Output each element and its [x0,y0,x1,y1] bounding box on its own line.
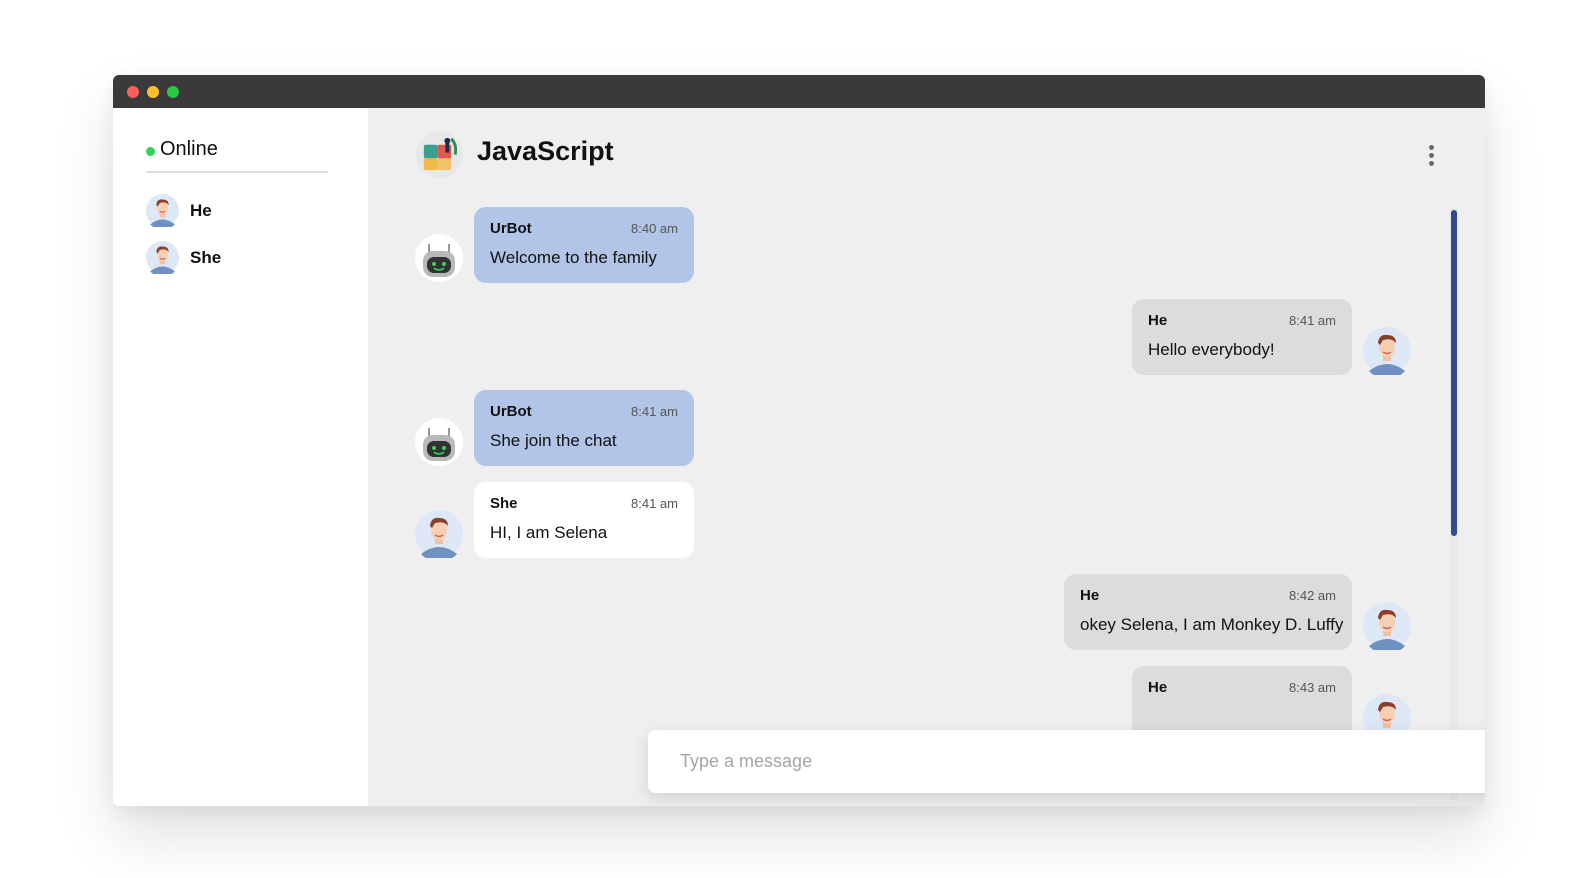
message-item: UrBot 8:41 am She join the chat [368,390,1453,470]
message-item: UrBot 8:40 am Welcome to the family [368,204,1453,284]
message-composer [648,730,1485,793]
message-sender: He [1080,587,1100,604]
message-sender: She [490,495,518,512]
robot-icon [415,418,463,466]
message-bubble: He 8:41 am Hello everybody! [1132,299,1352,375]
sidebar-user-name: He [190,201,212,220]
message-text: She join the chat [490,431,617,450]
online-header: Online [146,138,328,173]
message-bubble: UrBot 8:41 am She join the chat [474,390,694,466]
message-time: 8:40 am [631,221,678,236]
online-label: Online [160,138,218,160]
message-time: 8:42 am [1289,588,1336,603]
sidebar-user-name: She [190,248,222,267]
robot-icon [415,234,463,282]
sidebar: Online He She [113,108,368,806]
message-time: 8:41 am [1289,313,1336,328]
message-text: Welcome to the family [490,248,657,267]
close-window-button[interactable] [127,86,139,98]
message-bubble: She 8:41 am HI, I am Selena [474,482,694,558]
message-sender: UrBot [490,403,532,420]
maximize-window-button[interactable] [167,86,179,98]
chat-panel: JavaScript UrBot 8:40 am Welcome to the … [368,108,1485,806]
male-avatar-icon [146,241,179,274]
scrollbar-thumb[interactable] [1451,210,1457,536]
message-sender: He [1148,312,1168,329]
message-text: HI, I am Selena [490,523,608,542]
male-avatar-icon [415,510,463,558]
male-avatar-icon [146,194,179,227]
message-sender: UrBot [490,220,532,237]
title-bar [113,75,1485,108]
kebab-menu-icon[interactable] [1420,144,1444,168]
message-bubble: UrBot 8:40 am Welcome to the family [474,207,694,283]
group-puzzle-icon [416,131,463,178]
message-input[interactable] [648,730,1485,793]
message-list: UrBot 8:40 am Welcome to the family He 8… [368,204,1453,798]
male-avatar-icon [1363,327,1411,375]
message-item: She 8:41 am HI, I am Selena [368,482,1453,562]
message-time: 8:41 am [631,404,678,419]
message-text: okey Selena, I am Monkey D. Luffy [1080,615,1344,634]
minimize-window-button[interactable] [147,86,159,98]
chat-window: Online He She JavaScript UrBot 8:40 am W… [113,75,1485,806]
online-status-icon [146,147,155,156]
message-bubble: He 8:42 am okey Selena, I am Monkey D. L… [1064,574,1352,650]
message-time: 8:43 am [1289,680,1336,695]
message-text: Hello everybody! [1148,340,1275,359]
sidebar-user-she[interactable]: She [146,241,328,275]
message-item: He 8:41 am Hello everybody! [368,299,1453,379]
chat-title: JavaScript [477,136,614,166]
male-avatar-icon [1363,602,1411,650]
message-item: He 8:42 am okey Selena, I am Monkey D. L… [368,574,1453,654]
message-time: 8:41 am [631,496,678,511]
message-sender: He [1148,679,1168,696]
sidebar-user-he[interactable]: He [146,194,328,228]
